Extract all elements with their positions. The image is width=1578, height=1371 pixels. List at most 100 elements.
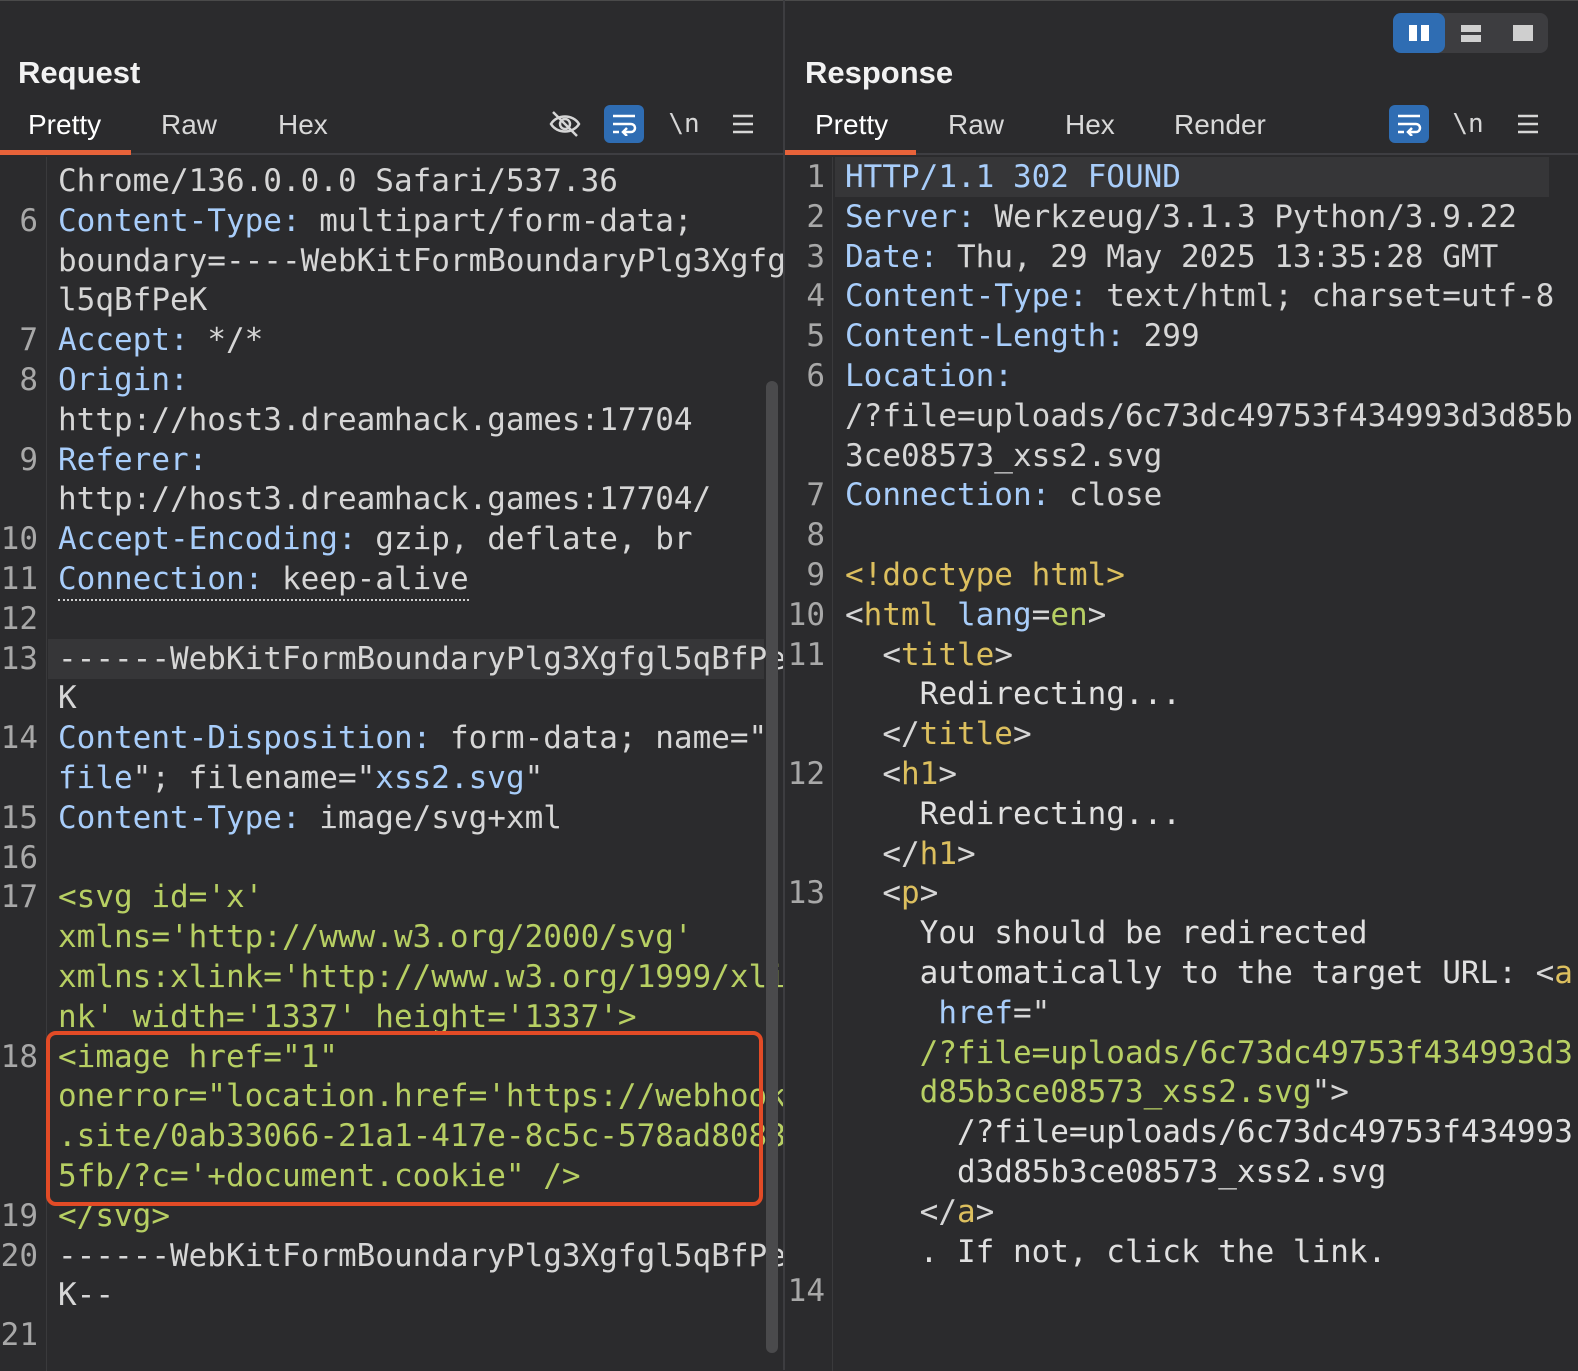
code-token: xmlns:xlink='http://www.w3.org/1999/xli	[58, 959, 783, 995]
code-token: ------WebKitFormBoundaryPlg3Xgfgl5qBfPe	[58, 1237, 783, 1274]
request-scrollbar[interactable]	[766, 381, 778, 1353]
code-token: image/svg+xml	[300, 799, 562, 836]
single-layout-icon[interactable]	[1497, 13, 1549, 53]
line-number: 13	[787, 875, 825, 912]
code-token: file	[58, 760, 133, 796]
code-line: d85b3ce08573_xss2.svg">	[845, 1072, 1349, 1112]
response-tab-hex[interactable]: Hex	[1065, 109, 1115, 141]
code-token: </	[845, 1193, 957, 1230]
code-token: Server:	[845, 198, 976, 235]
code-token: a	[1554, 955, 1573, 991]
response-tabs: Pretty Raw Hex Render \n	[785, 97, 1578, 155]
code-token: K	[58, 680, 77, 717]
code-token: nk' width='1337' height='1337'>	[58, 998, 637, 1035]
response-tab-render[interactable]: Render	[1174, 109, 1266, 141]
line-number: 8	[19, 362, 38, 398]
code-token: =	[1031, 596, 1051, 633]
code-line: 3ce08573_xss2.svg	[845, 436, 1162, 476]
code-token: html	[863, 596, 939, 633]
code-token: h1	[919, 835, 957, 872]
request-editor[interactable]: Chrome/136.0.0.0 Safari/537.36 6 Content-T…	[0, 157, 783, 1371]
code-token: "	[524, 760, 544, 796]
request-tab-pretty[interactable]: Pretty	[28, 109, 101, 141]
code-token: d3d85b3ce08573_xss2.svg	[845, 1154, 1387, 1190]
code-token: Redirecting...	[845, 795, 1181, 832]
code-token: l5qBfPeK	[58, 282, 208, 319]
newline-toggle-icon[interactable]: \n	[664, 105, 704, 143]
code-line: Content-Length: 299	[845, 316, 1200, 356]
code-token: a	[956, 1193, 976, 1230]
code-line: You should be redirected	[845, 913, 1368, 953]
code-line: K--	[58, 1275, 114, 1315]
code-token: h1	[901, 756, 939, 792]
line-number: 9	[806, 557, 825, 593]
response-tab-raw[interactable]: Raw	[948, 109, 1004, 141]
code-token: <svg id='x'	[58, 879, 264, 916]
code-token: automatically to the target URL:	[845, 955, 1536, 991]
code-line: Redirecting...	[845, 674, 1181, 714]
request-tab-hex[interactable]: Hex	[278, 109, 328, 141]
stacked-layout-icon[interactable]	[1445, 13, 1497, 53]
code-token: href	[845, 994, 1013, 1031]
line-number: 21	[0, 1317, 38, 1354]
code-token: Accept-Encoding:	[58, 521, 357, 558]
code-line: Origin:	[58, 360, 189, 400]
code-line: K	[58, 678, 77, 718]
menu-icon[interactable]	[1508, 105, 1548, 143]
code-line: /?file=uploads/6c73dc49753f434993	[845, 1112, 1573, 1152]
code-token: >	[919, 875, 939, 912]
layout-toggle-group	[1393, 13, 1548, 53]
code-token: Thu, 29 May 2025 13:35:28 GMT	[938, 238, 1499, 275]
code-line: /?file=uploads/6c73dc49753f434993d3d85b	[845, 396, 1573, 436]
code-line: Accept: */*	[58, 320, 263, 360]
code-token: Chrome/136.0.0.0 Safari/537.36	[58, 163, 618, 199]
hide-eye-icon[interactable]	[545, 105, 585, 143]
code-token: Content-Length:	[845, 318, 1125, 355]
side-by-side-layout-icon[interactable]	[1393, 13, 1445, 53]
code-line: automatically to the target URL: <a	[845, 953, 1573, 993]
code-line: ------WebKitFormBoundaryPlg3Xgfgl5qBfPe	[58, 639, 783, 679]
line-number: 5	[806, 318, 825, 355]
line-number: 12	[0, 600, 38, 637]
line-number: 15	[0, 799, 38, 836]
code-token: 299	[1124, 318, 1200, 355]
code-token: >	[994, 636, 1013, 673]
code-token: form-data; name="	[431, 720, 768, 757]
code-token: <	[845, 756, 901, 792]
code-token: /?file=uploads/6c73dc49753f434993d3	[845, 1034, 1573, 1071]
code-line: Connection: close	[845, 475, 1162, 515]
line-number: 17	[0, 879, 38, 916]
code-line: HTTP/1.1 302 FOUND	[845, 157, 1181, 197]
line-number: 6	[806, 358, 825, 394]
word-wrap-icon[interactable]	[1389, 105, 1429, 143]
response-editor[interactable]: 1 HTTP/1.1 302 FOUND 2 Server: Werkzeug/3.1…	[785, 157, 1578, 1371]
newline-toggle-icon[interactable]: \n	[1448, 105, 1488, 143]
request-active-tab-indicator	[0, 150, 131, 155]
line-number: 9	[19, 441, 38, 478]
request-pane: Request Pretty Raw Hex \n Chrome/136.0.0…	[0, 0, 783, 1371]
response-pane: Response Pretty Raw Hex Render \n 1 HTTP/…	[785, 0, 1578, 1371]
code-line: <!doctype html>	[845, 555, 1125, 595]
line-number: 14	[787, 1273, 825, 1310]
code-token: </	[845, 835, 920, 872]
code-token: text/html; charset=utf-8	[1087, 278, 1555, 315]
code-token: </	[845, 716, 920, 753]
code-token: */*	[188, 322, 264, 359]
code-line: Chrome/136.0.0.0 Safari/537.36	[58, 161, 618, 201]
code-line: d3d85b3ce08573_xss2.svg	[845, 1152, 1386, 1192]
word-wrap-icon[interactable]	[604, 105, 644, 143]
line-number: 4	[806, 278, 825, 315]
code-line: /?file=uploads/6c73dc49753f434993d3	[845, 1033, 1573, 1073]
code-token: Date:	[845, 238, 939, 275]
line-number: 1	[806, 159, 825, 195]
line-number: 16	[0, 839, 38, 876]
code-token: /?file=uploads/6c73dc49753f434993	[845, 1114, 1573, 1151]
menu-icon[interactable]	[723, 105, 763, 143]
code-token: http://host3.dreamhack.games:17704	[58, 401, 693, 438]
line-number: 14	[0, 720, 38, 757]
code-token: >	[1087, 596, 1107, 633]
line-number: 7	[806, 477, 825, 514]
code-token: p	[901, 875, 920, 912]
response-tab-pretty[interactable]: Pretty	[815, 109, 888, 141]
request-tab-raw[interactable]: Raw	[161, 109, 217, 141]
